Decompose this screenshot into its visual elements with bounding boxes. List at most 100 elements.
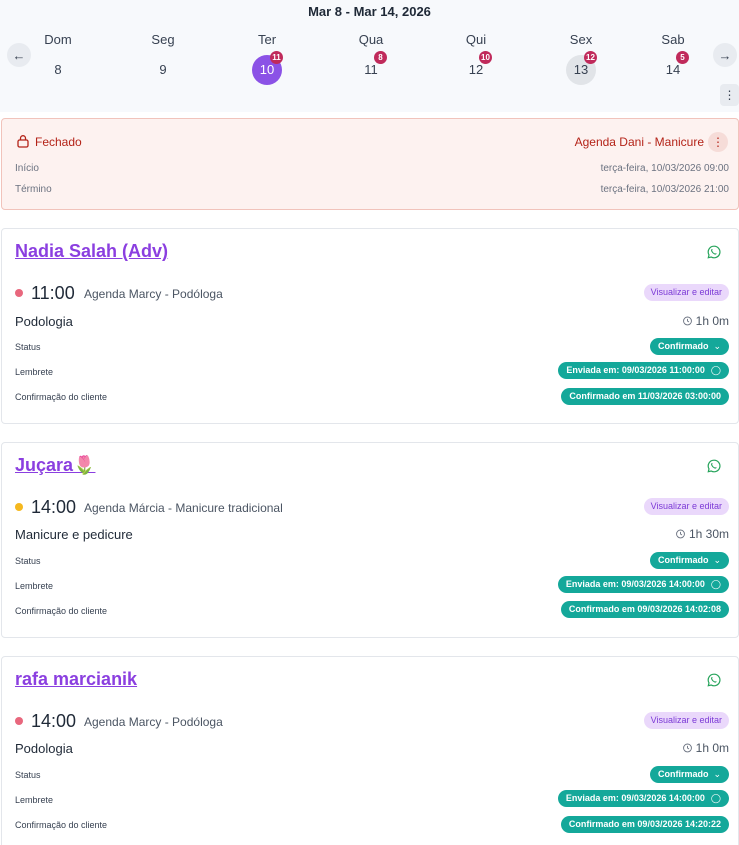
- status-label: Status: [15, 342, 41, 352]
- status-value: Confirmado: [657, 769, 709, 779]
- confirmation-badge: Confirmado em 11/03/2026 03:00:00: [561, 388, 729, 405]
- start-label: Início: [15, 163, 39, 174]
- service-name: Manicure e pedicure: [15, 527, 133, 542]
- duration: 1h 30m: [675, 527, 729, 541]
- day-friday[interactable]: Sex 13 12: [546, 32, 616, 92]
- day-name: Sex: [569, 32, 593, 47]
- reminder-badge[interactable]: Enviada em: 09/03/2026 14:00:00 ◯: [557, 576, 729, 593]
- duration-text: 1h 0m: [695, 741, 729, 755]
- appointment-count-badge: 11: [270, 51, 283, 64]
- appointment-count-badge: 10: [479, 51, 492, 64]
- duration: 1h 0m: [682, 741, 729, 755]
- view-edit-button[interactable]: Visualizar e editar: [643, 498, 729, 515]
- appointment-time: 14:00: [31, 497, 77, 517]
- end-label: Término: [15, 184, 52, 195]
- status-label: Status: [15, 770, 41, 780]
- reminder-label: Lembrete: [15, 581, 54, 591]
- reminder-value: Enviada em: 09/03/2026 14:00:00: [565, 793, 705, 803]
- day-name: Ter: [257, 32, 277, 47]
- agenda-color-dot: [15, 717, 23, 725]
- appointment-count-badge: 12: [584, 51, 597, 64]
- message-icon: ◯: [710, 579, 721, 589]
- alarm-clock-icon: [682, 743, 692, 753]
- end-value: terça-feira, 10/03/2026 21:00: [600, 184, 729, 195]
- closed-status: Fechado: [35, 135, 82, 149]
- chevron-down-icon: ⌄: [713, 769, 721, 779]
- kebab-icon: ⋮: [712, 135, 724, 149]
- day-name: Sab: [661, 32, 685, 47]
- agenda-name: Agenda Marcy - Podóloga: [84, 287, 223, 301]
- reminder-badge[interactable]: Enviada em: 09/03/2026 11:00:00 ◯: [558, 362, 729, 379]
- view-edit-button[interactable]: Visualizar e editar: [643, 284, 729, 301]
- chevron-down-icon: ⌄: [713, 341, 721, 351]
- chevron-down-icon: ⌄: [713, 555, 721, 565]
- day-monday[interactable]: Seg 9: [128, 32, 198, 92]
- reminder-label: Lembrete: [15, 367, 54, 377]
- arrow-right-icon: →: [718, 47, 732, 63]
- whatsapp-icon[interactable]: [707, 673, 721, 687]
- reminder-value: Enviada em: 09/03/2026 11:00:00: [566, 365, 705, 375]
- client-name-link[interactable]: Juçara🌷: [15, 455, 95, 476]
- status-label: Status: [15, 556, 41, 566]
- service-name: Podologia: [15, 741, 73, 756]
- whatsapp-icon[interactable]: [707, 459, 721, 473]
- confirmation-label: Confirmação do cliente: [15, 820, 108, 830]
- service-name: Podologia: [15, 314, 73, 329]
- next-week-button[interactable]: →: [713, 43, 737, 67]
- day-name: Qui: [465, 32, 487, 47]
- whatsapp-icon[interactable]: [707, 245, 721, 259]
- day-sunday[interactable]: Dom 8: [23, 32, 93, 92]
- appointment-card: Juçara🌷 14:00 Agenda Márcia - Manicure t…: [1, 442, 739, 638]
- agenda-name: Agenda Márcia - Manicure tradicional: [84, 501, 283, 515]
- agenda-name: Agenda Marcy - Podóloga: [84, 715, 223, 729]
- message-icon: ◯: [710, 365, 721, 375]
- status-dropdown[interactable]: Confirmado ⌄: [649, 766, 729, 783]
- client-name-link[interactable]: rafa marcianik: [15, 669, 137, 690]
- appointment-count-badge: 5: [676, 51, 689, 64]
- confirmation-label: Confirmação do cliente: [15, 392, 108, 402]
- start-value: terça-feira, 10/03/2026 09:00: [600, 163, 729, 174]
- confirmation-badge: Confirmado em 09/03/2026 14:20:22: [560, 816, 729, 833]
- appointment-time: 14:00: [31, 711, 77, 731]
- day-tuesday[interactable]: Ter 10 11: [232, 32, 302, 92]
- status-dropdown[interactable]: Confirmado ⌄: [649, 552, 729, 569]
- week-strip: Mar 8 - Mar 14, 2026 ← Dom 8 Seg 9 Ter 1…: [0, 0, 739, 112]
- agenda-color-dot: [15, 503, 23, 511]
- day-name: Qua: [358, 32, 384, 47]
- view-edit-button[interactable]: Visualizar e editar: [643, 712, 729, 729]
- day-thursday[interactable]: Qui 12 10: [441, 32, 511, 92]
- more-options-button[interactable]: ⋮: [720, 84, 739, 106]
- closed-more-button[interactable]: ⋮: [708, 132, 728, 152]
- day-number: 9: [159, 62, 167, 77]
- closed-agenda-name: Agenda Dani - Manicure: [574, 135, 704, 149]
- reminder-value: Enviada em: 09/03/2026 14:00:00: [565, 579, 705, 589]
- day-name: Dom: [44, 32, 72, 47]
- status-value: Confirmado: [657, 555, 709, 565]
- client-name-link[interactable]: Nadia Salah (Adv): [15, 241, 168, 262]
- day-wednesday[interactable]: Qua 11 8: [336, 32, 406, 92]
- alarm-clock-icon: [676, 529, 685, 539]
- confirmation-badge: Confirmado em 09/03/2026 14:02:08: [560, 601, 729, 618]
- reminder-label: Lembrete: [15, 795, 54, 805]
- status-value: Confirmado: [657, 341, 709, 351]
- appointment-card: rafa marcianik 14:00 Agenda Marcy - Podó…: [1, 656, 739, 845]
- message-icon: ◯: [710, 793, 721, 803]
- duration-text: 1h 30m: [688, 527, 729, 541]
- appointment-count-badge: 8: [374, 51, 387, 64]
- duration: 1h 0m: [682, 314, 729, 328]
- reminder-badge[interactable]: Enviada em: 09/03/2026 14:00:00 ◯: [557, 790, 729, 807]
- kebab-icon: ⋮: [723, 88, 736, 102]
- lock-icon: [17, 135, 29, 148]
- day-number: 8: [54, 62, 62, 77]
- day-saturday[interactable]: Sab 14 5: [638, 32, 708, 92]
- duration-text: 1h 0m: [695, 314, 729, 328]
- closed-block-card[interactable]: Fechado Agenda Dani - Manicure ⋮ Início …: [1, 118, 739, 210]
- agenda-color-dot: [15, 289, 23, 297]
- week-title: Mar 8 - Mar 14, 2026: [308, 4, 431, 19]
- appointment-time: 11:00: [31, 283, 75, 303]
- appointment-card: Nadia Salah (Adv) 11:00 Agenda Marcy - P…: [1, 228, 739, 424]
- day-name: Seg: [151, 32, 175, 47]
- status-dropdown[interactable]: Confirmado ⌄: [649, 338, 729, 355]
- alarm-clock-icon: [682, 316, 692, 326]
- confirmation-label: Confirmação do cliente: [15, 606, 108, 616]
